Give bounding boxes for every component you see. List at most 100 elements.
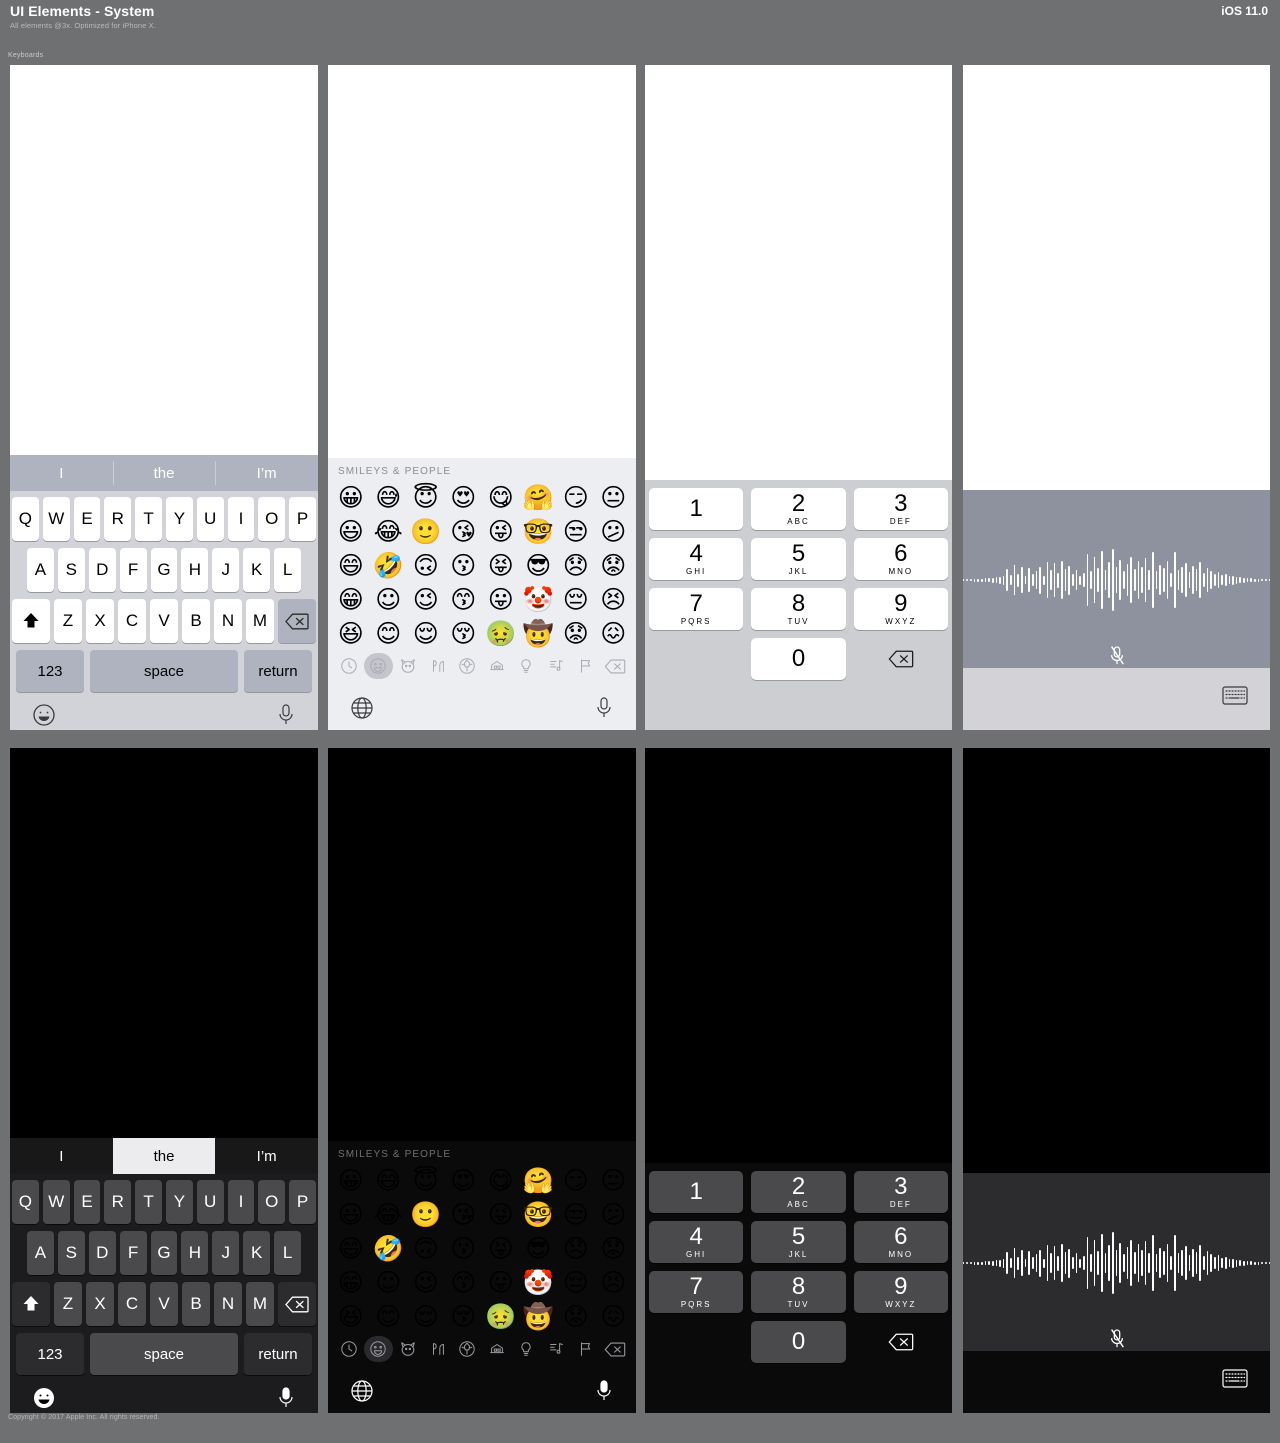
emoji-cell[interactable]: 😊	[370, 617, 408, 649]
emoji-cell[interactable]: 😅	[370, 1164, 408, 1196]
emoji-cell[interactable]: 😟	[557, 1300, 595, 1332]
smileys-people-icon[interactable]	[363, 1336, 394, 1362]
key-v[interactable]: V	[150, 1282, 178, 1326]
key-m[interactable]: M	[246, 1282, 274, 1326]
microphone-icon[interactable]	[594, 696, 614, 720]
emoji-cell[interactable]: 😒	[557, 515, 595, 547]
emoji-cell[interactable]: 🤗	[520, 481, 558, 513]
key-f[interactable]: F	[119, 548, 147, 592]
emoji-cell[interactable]: 😏	[557, 481, 595, 513]
emoji-cell[interactable]: 😔	[557, 583, 595, 615]
emoji-cell[interactable]: 😞	[557, 1232, 595, 1264]
animals-nature-icon[interactable]	[393, 653, 423, 679]
key-x[interactable]: X	[86, 1282, 114, 1326]
emoji-cell[interactable]: 😋	[482, 481, 520, 513]
numpad-key-0[interactable]: 0	[751, 1321, 846, 1363]
return-key-light[interactable]: return	[244, 650, 312, 692]
key-c[interactable]: C	[118, 599, 146, 643]
numpad-key-7[interactable]: 7 PQRS	[649, 588, 744, 630]
symbols-icon[interactable]	[541, 1336, 571, 1362]
predictive-suggestion-2[interactable]: the	[112, 1138, 216, 1174]
travel-places-icon[interactable]	[482, 653, 512, 679]
numpad-key-3[interactable]: 3 DEF	[853, 488, 948, 530]
space-key-dark[interactable]: space	[90, 1333, 238, 1375]
numpad-key-4[interactable]: 4 GHI	[649, 1221, 744, 1263]
emoji-cell[interactable]: 😜	[482, 1198, 520, 1230]
key-o[interactable]: O	[258, 497, 286, 541]
emoji-cell[interactable]: 🤓	[520, 1198, 558, 1230]
microphone-icon[interactable]	[594, 1379, 614, 1403]
emoji-cell[interactable]: 😞	[557, 549, 595, 581]
objects-icon[interactable]	[512, 653, 542, 679]
key-l[interactable]: L	[274, 1231, 302, 1275]
key-g[interactable]: G	[150, 548, 178, 592]
emoji-cell[interactable]: 😇	[407, 481, 445, 513]
microphone-muted-icon[interactable]	[963, 645, 1270, 667]
food-drink-icon[interactable]	[423, 1336, 453, 1362]
key-i[interactable]: I	[227, 497, 255, 541]
activity-icon[interactable]	[452, 653, 482, 679]
emoji-cell[interactable]: 😐	[595, 481, 633, 513]
key-k[interactable]: K	[243, 548, 271, 592]
activity-icon[interactable]	[452, 1336, 482, 1362]
emoji-cell[interactable]: 😊	[370, 1300, 408, 1332]
emoji-cell[interactable]: 😗	[445, 1232, 483, 1264]
key-k[interactable]: K	[243, 1231, 271, 1275]
return-key-dark[interactable]: return	[244, 1333, 312, 1375]
emoji-cell[interactable]: 😅	[370, 481, 408, 513]
emoji-cell[interactable]: 😋	[482, 1164, 520, 1196]
recent-clock-icon[interactable]	[334, 653, 364, 679]
predictive-suggestion-1[interactable]: I	[10, 1138, 113, 1174]
emoji-cell[interactable]: 😙	[445, 583, 483, 615]
globe-icon[interactable]	[350, 1379, 374, 1403]
key-y[interactable]: Y	[166, 1180, 193, 1224]
emoji-cell[interactable]: 😍	[445, 1164, 483, 1196]
key-j[interactable]: J	[212, 548, 240, 592]
key-r[interactable]: R	[104, 1180, 132, 1224]
key-z[interactable]: Z	[54, 599, 82, 643]
keyboard-icon[interactable]	[1222, 686, 1248, 705]
emoji-cell[interactable]: 🤠	[520, 1300, 558, 1332]
emoji-cell[interactable]: 😌	[407, 1300, 445, 1332]
food-drink-icon[interactable]	[423, 653, 453, 679]
emoji-cell[interactable]: 😝	[482, 1232, 520, 1264]
numpad-key-4[interactable]: 4 GHI	[649, 538, 744, 580]
objects-icon[interactable]	[512, 1336, 542, 1362]
emoji-cell[interactable]: 😝	[482, 549, 520, 581]
emoji-cell[interactable]: 😣	[595, 1266, 633, 1298]
emoji-cell[interactable]: 😂	[370, 515, 408, 547]
key-t[interactable]: T	[135, 497, 162, 541]
animals-nature-icon[interactable]	[393, 1336, 423, 1362]
emoji-cell[interactable]: 😄	[332, 1232, 370, 1264]
emoji-cell[interactable]: 😕	[595, 515, 633, 547]
emoji-cell[interactable]: 😃	[332, 1198, 370, 1230]
key-c[interactable]: C	[118, 1282, 146, 1326]
emoji-cell[interactable]: 🤓	[520, 515, 558, 547]
emoji-cell[interactable]: 😜	[482, 515, 520, 547]
key-x[interactable]: X	[86, 599, 114, 643]
numpad-key-1[interactable]: 1	[649, 1171, 744, 1213]
predictive-suggestion-2[interactable]: the	[112, 455, 216, 491]
key-b[interactable]: B	[182, 599, 210, 643]
recent-clock-icon[interactable]	[334, 1336, 364, 1362]
predictive-suggestion-3[interactable]: I’m	[215, 455, 318, 491]
key-b[interactable]: B	[182, 1282, 210, 1326]
emoji-cell[interactable]: 😄	[332, 549, 370, 581]
emoji-cell[interactable]: 😇	[407, 1164, 445, 1196]
key-h[interactable]: H	[181, 548, 209, 592]
emoji-cell[interactable]: 😚	[445, 617, 483, 649]
emoji-cell[interactable]: 😒	[557, 1198, 595, 1230]
numpad-key-1[interactable]: 1	[649, 488, 744, 530]
smileys-people-icon[interactable]	[363, 653, 394, 679]
travel-places-icon[interactable]	[482, 1336, 512, 1362]
backspace-icon[interactable]	[854, 638, 948, 680]
emoji-cell[interactable]: 🤣	[370, 1232, 408, 1264]
emoji-cell[interactable]: 🙃	[407, 1232, 445, 1264]
emoji-cell[interactable]: 😌	[407, 617, 445, 649]
key-d[interactable]: D	[88, 1231, 116, 1275]
microphone-icon[interactable]	[276, 703, 296, 727]
key-o[interactable]: O	[258, 1180, 286, 1224]
emoji-cell[interactable]: 😣	[595, 583, 633, 615]
emoji-cell[interactable]: ☺	[370, 583, 408, 615]
shift-arrow-icon[interactable]	[12, 599, 50, 643]
